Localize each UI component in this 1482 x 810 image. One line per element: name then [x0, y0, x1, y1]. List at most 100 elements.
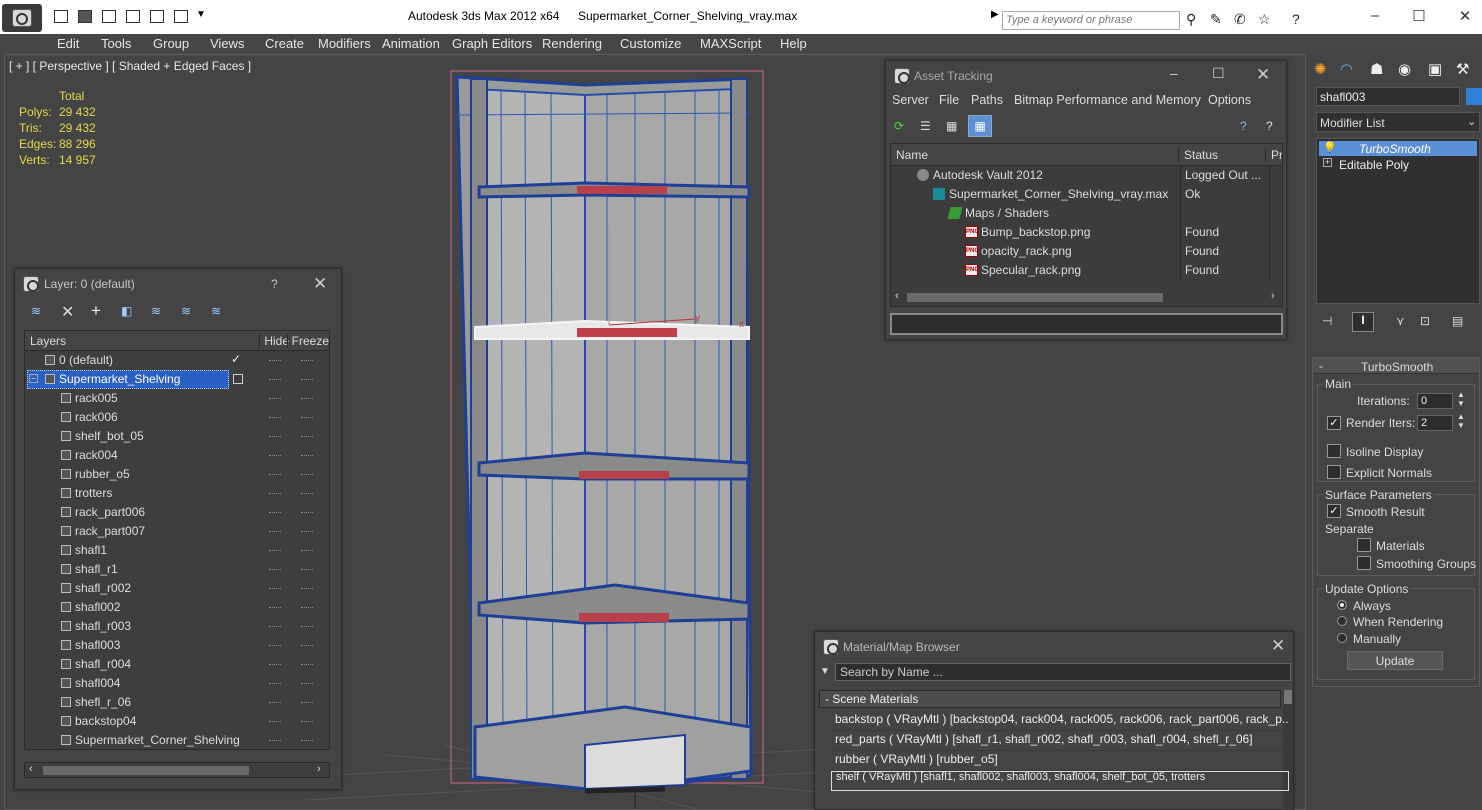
expand-plus-icon[interactable]: +: [1323, 158, 1332, 167]
layer-row[interactable]: shafl_r003: [25, 617, 327, 636]
scroll-left-icon[interactable]: ‹: [895, 290, 899, 302]
freeze-toggle[interactable]: [301, 702, 313, 704]
hide-toggle[interactable]: [269, 588, 281, 590]
maximize-button[interactable]: ☐: [1404, 7, 1434, 25]
material-row-rubber[interactable]: rubber ( VRayMtl ) [rubber_o5]: [831, 751, 1289, 771]
hide-toggle[interactable]: [269, 626, 281, 628]
asset-row[interactable]: PNG opacity_rack.png Found: [891, 242, 1278, 261]
freeze-toggle[interactable]: [301, 588, 313, 590]
modify-tab-icon[interactable]: ◠: [1340, 60, 1353, 78]
create-layer-icon[interactable]: ≋: [31, 304, 41, 318]
hide-toggle[interactable]: [269, 740, 281, 742]
asset-row[interactable]: Autodesk Vault 2012 Logged Out ...: [891, 166, 1278, 185]
help-context-icon[interactable]: ?: [1266, 119, 1273, 133]
hscroll-thumb[interactable]: [907, 293, 1163, 302]
vscroll-thumb[interactable]: [1284, 690, 1292, 704]
render-iters-spin-arrows[interactable]: ▲ ▼: [1457, 412, 1465, 430]
layer-row[interactable]: rack004: [25, 446, 327, 465]
layer-row[interactable]: shafl004: [25, 674, 327, 693]
hide-toggle[interactable]: [269, 607, 281, 609]
refresh-icon[interactable]: ⟳: [894, 119, 904, 133]
matbr-close-icon[interactable]: ✕: [1271, 636, 1285, 656]
asset-hscroll[interactable]: ‹ ›: [891, 290, 1282, 306]
hide-toggle[interactable]: [269, 550, 281, 552]
layer-row[interactable]: backstop04: [25, 712, 327, 731]
menu-rendering[interactable]: Rendering: [542, 36, 602, 51]
freeze-toggle[interactable]: [301, 645, 313, 647]
hide-toggle[interactable]: [269, 664, 281, 666]
layer-row[interactable]: shafl_r1: [25, 560, 327, 579]
menu-tools[interactable]: Tools: [101, 36, 131, 51]
save-icon[interactable]: [78, 10, 92, 23]
layer-row[interactable]: shefl_r_06: [25, 693, 327, 712]
freeze-toggle[interactable]: [301, 436, 313, 438]
hide-toggle[interactable]: [269, 417, 281, 419]
freeze-toggle[interactable]: [301, 664, 313, 666]
asset-path-field[interactable]: [890, 313, 1283, 335]
tools-icon[interactable]: ✎: [1210, 11, 1222, 28]
asset-row[interactable]: Maps / Shaders: [891, 204, 1278, 223]
layer-row[interactable]: shafl_r004: [25, 655, 327, 674]
column-hide[interactable]: Hide: [259, 334, 289, 348]
asset-row[interactable]: PNG Bump_backstop.png Found: [891, 223, 1278, 242]
layer-row[interactable]: rack_part007: [25, 522, 327, 541]
layer-row[interactable]: rack006: [25, 408, 327, 427]
matbr-search-input[interactable]: Search by Name ...: [835, 663, 1291, 681]
asset-row[interactable]: PNG Specular_rack.png Found: [891, 261, 1278, 280]
hide-all-icon[interactable]: ≋: [181, 304, 191, 318]
list-view-icon[interactable]: ☰: [920, 119, 931, 133]
freeze-toggle[interactable]: [301, 417, 313, 419]
hide-toggle[interactable]: [269, 436, 281, 438]
render-iters-spinner[interactable]: 2: [1417, 415, 1453, 431]
freeze-toggle[interactable]: [301, 398, 313, 400]
freeze-toggle[interactable]: [301, 512, 313, 514]
material-row-red-parts[interactable]: red_parts ( VRayMtl ) [shafl_r1, shafl_r…: [831, 731, 1289, 751]
freeze-toggle[interactable]: [301, 569, 313, 571]
undo-icon[interactable]: [102, 10, 116, 23]
expand-search-icon[interactable]: ▶: [991, 9, 999, 20]
create-tab-icon[interactable]: ✺: [1314, 60, 1327, 78]
freeze-toggle[interactable]: [301, 740, 313, 742]
freeze-toggle[interactable]: [301, 531, 313, 533]
layer-help-button[interactable]: ?: [271, 277, 278, 291]
remove-modifier-icon[interactable]: ⊡: [1420, 314, 1430, 328]
menu-help[interactable]: Help: [780, 36, 807, 51]
help-icon[interactable]: ?: [1240, 119, 1247, 133]
asset-maximize-button[interactable]: ☐: [1212, 65, 1225, 82]
hide-toggle[interactable]: [269, 474, 281, 476]
binoculars-icon[interactable]: ⚲: [1186, 11, 1196, 28]
layer-row[interactable]: shafl_r002: [25, 579, 327, 598]
freeze-toggle[interactable]: [301, 379, 313, 381]
asset-menu-bitmap[interactable]: Bitmap Performance and Memory: [1014, 93, 1201, 107]
asset-row[interactable]: Supermarket_Corner_Shelving_vray.max Ok: [891, 185, 1278, 204]
object-color-swatch[interactable]: [1466, 88, 1482, 105]
hide-toggle[interactable]: [269, 512, 281, 514]
object-name-field[interactable]: shafl003: [1316, 87, 1460, 106]
scroll-left-icon[interactable]: ‹: [29, 763, 33, 775]
help-icon[interactable]: ?: [1292, 11, 1300, 27]
motion-tab-icon[interactable]: ◉: [1398, 60, 1411, 78]
asset-menu-file[interactable]: File: [939, 93, 959, 107]
fetch-icon[interactable]: [174, 10, 188, 23]
select-objects-icon[interactable]: ◧: [121, 304, 132, 318]
layer-close-icon[interactable]: ✕: [313, 274, 327, 294]
layer-row[interactable]: Supermarket_Corner_Shelving: [25, 731, 327, 749]
asset-minimize-button[interactable]: –: [1170, 65, 1178, 81]
freeze-toggle[interactable]: [301, 474, 313, 476]
current-layer-box-icon[interactable]: [233, 374, 243, 384]
freeze-all-icon[interactable]: ≋: [211, 304, 221, 318]
thumbnail-view-icon[interactable]: ▦: [946, 119, 957, 133]
asset-menu-server[interactable]: Server: [892, 93, 929, 107]
layer-hscroll[interactable]: ‹ ›: [24, 762, 330, 778]
layer-row[interactable]: rack_part006: [25, 503, 327, 522]
freeze-toggle[interactable]: [301, 607, 313, 609]
layer-row[interactable]: 0 (default) ✓: [25, 351, 327, 370]
always-radio[interactable]: [1337, 600, 1347, 610]
redo-icon[interactable]: [126, 10, 140, 23]
close-button[interactable]: ✕: [1450, 7, 1480, 25]
hide-toggle[interactable]: [269, 379, 281, 381]
display-tab-icon[interactable]: ▣: [1428, 60, 1442, 78]
menu-graph-editors[interactable]: Graph Editors: [452, 36, 532, 51]
iterations-spin-arrows[interactable]: ▲ ▼: [1457, 390, 1465, 408]
bulb-icon[interactable]: 💡: [1323, 141, 1337, 154]
